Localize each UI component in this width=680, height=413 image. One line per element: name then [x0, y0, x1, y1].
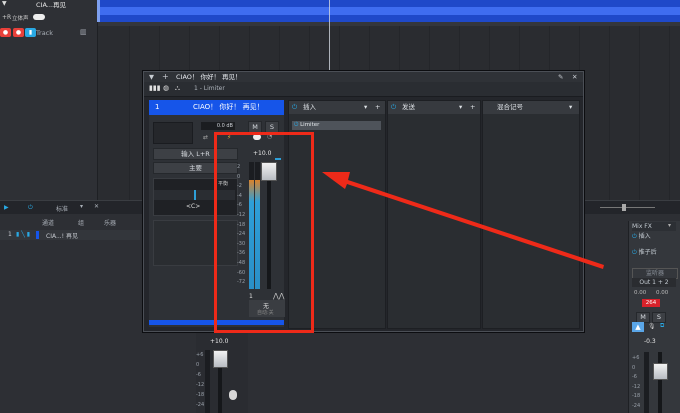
red-arrow-shape	[322, 172, 604, 269]
red-arrow	[322, 172, 604, 269]
